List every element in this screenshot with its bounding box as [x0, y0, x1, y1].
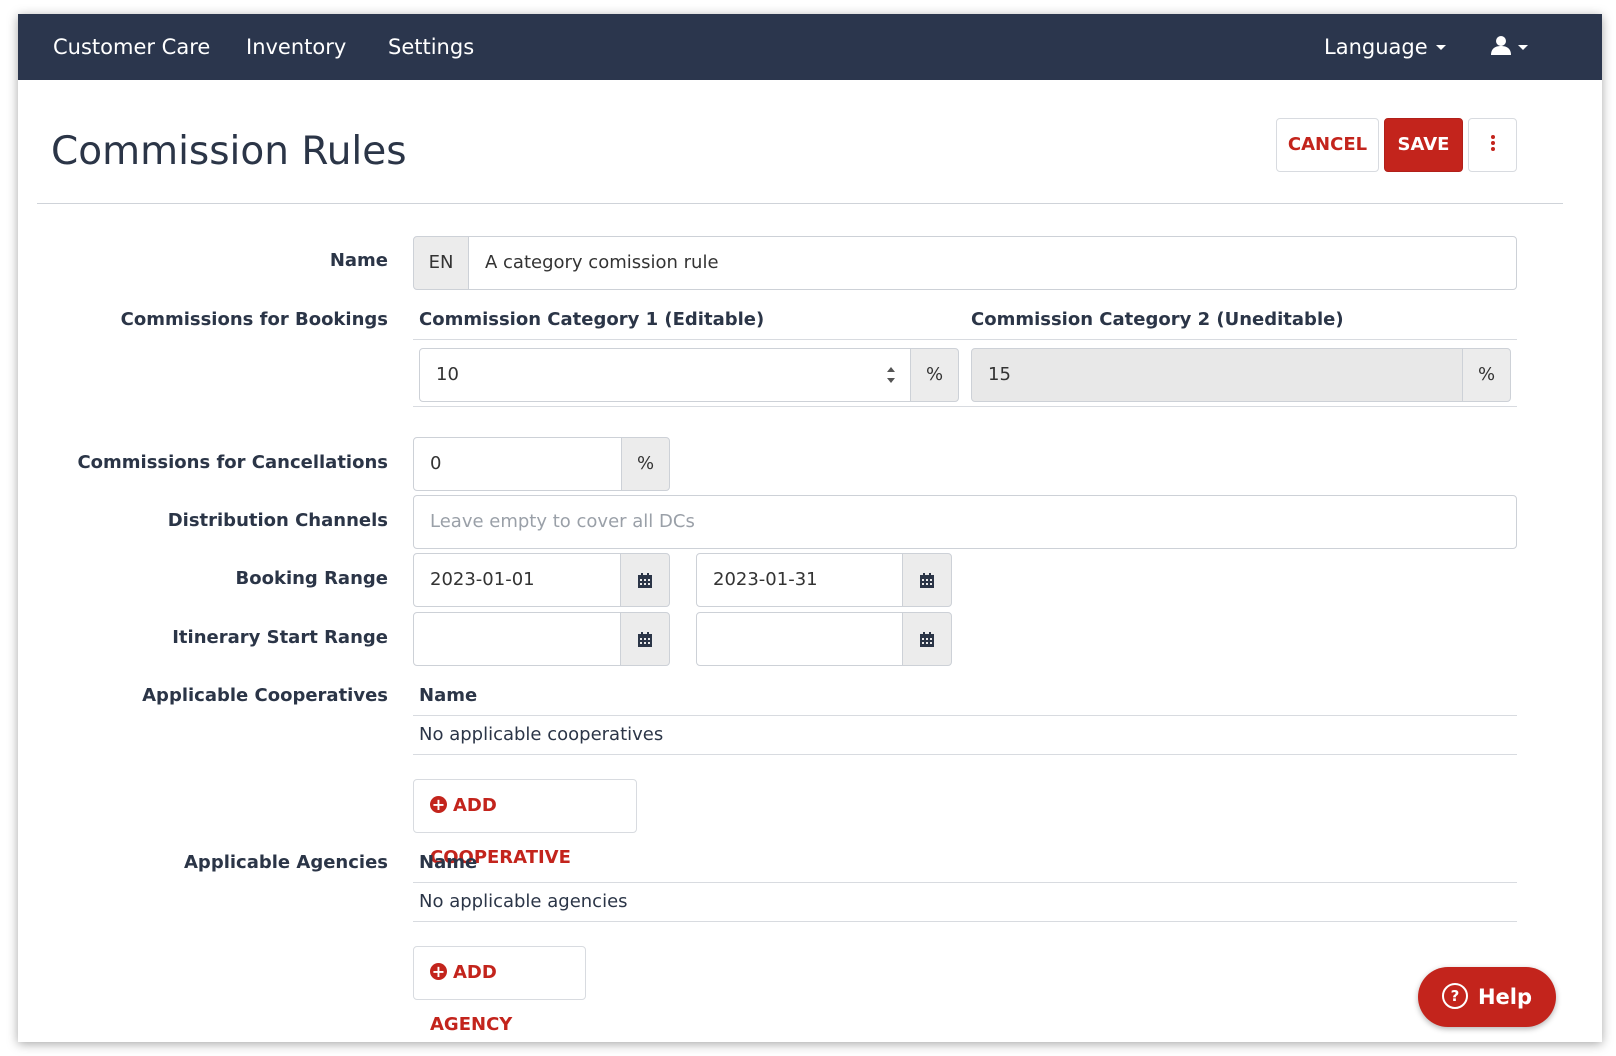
bookings-header-line — [413, 339, 1517, 340]
nav-item-inventory[interactable]: Inventory — [246, 14, 346, 80]
cancellations-label: Commissions for Cancellations — [77, 452, 388, 473]
calendar-icon — [638, 632, 652, 647]
booking-range-to-input[interactable]: 2023-01-31 — [696, 553, 903, 607]
itinerary-range-from-input[interactable] — [413, 612, 621, 666]
cooperatives-footer-line — [413, 754, 1517, 755]
name-input[interactable]: A category comission rule — [468, 236, 1517, 290]
add-cooperative-button[interactable]: + ADD COOPERATIVE — [413, 779, 637, 868]
booking-range-label: Booking Range — [235, 568, 388, 589]
cancellations-input[interactable]: 0 — [413, 437, 622, 491]
category-1-value: 10 — [436, 364, 459, 385]
nav-item-settings[interactable]: Settings — [388, 14, 474, 80]
agencies-label: Applicable Agencies — [184, 852, 388, 873]
booking-range-from-calendar-button[interactable] — [620, 553, 670, 607]
user-icon — [1491, 36, 1511, 55]
vertical-ellipsis-icon — [1490, 135, 1495, 151]
cooperatives-name-column: Name — [419, 685, 478, 706]
header-divider — [37, 203, 1563, 204]
cooperatives-header-line — [413, 715, 1517, 716]
bookings-label: Commissions for Bookings — [120, 309, 388, 330]
chevron-down-icon — [1435, 44, 1446, 50]
category-2-header: Commission Category 2 (Uneditable) — [971, 309, 1344, 330]
agencies-header-line — [413, 882, 1517, 883]
category-1-unit: % — [910, 348, 959, 402]
chevron-down-icon — [1518, 44, 1528, 50]
agencies-empty-row: No applicable agencies — [419, 891, 628, 912]
save-button[interactable]: SAVE — [1384, 118, 1463, 172]
itinerary-range-from-calendar-button[interactable] — [620, 612, 670, 666]
category-1-input[interactable]: 10 — [419, 348, 911, 402]
category-2-input: 15 — [971, 348, 1463, 402]
cancellations-unit: % — [621, 437, 670, 491]
channels-label: Distribution Channels — [167, 510, 388, 531]
question-circle-icon: ? — [1441, 983, 1468, 1009]
add-agency-button[interactable]: + ADD AGENCY — [413, 946, 586, 1035]
app-window: Customer Care Inventory Settings Languag… — [18, 14, 1602, 1042]
category-1-header: Commission Category 1 (Editable) — [419, 309, 765, 330]
channels-input[interactable]: Leave empty to cover all DCs — [413, 495, 1517, 549]
bookings-footer-line — [413, 406, 1517, 407]
help-label: Help — [1477, 985, 1533, 1009]
itinerary-range-label: Itinerary Start Range — [172, 627, 388, 648]
cooperatives-label: Applicable Cooperatives — [142, 685, 388, 706]
page-title: Commission Rules — [51, 129, 407, 174]
agencies-name-column: Name — [419, 852, 478, 873]
channels-placeholder: Leave empty to cover all DCs — [430, 511, 695, 532]
language-addon: EN — [413, 236, 469, 290]
user-menu[interactable] — [1490, 14, 1528, 80]
plus-circle-icon: + — [430, 794, 447, 814]
itinerary-range-to-input[interactable] — [696, 612, 903, 666]
category-2-unit: % — [1462, 348, 1511, 402]
booking-range-from-input[interactable]: 2023-01-01 — [413, 553, 621, 607]
cooperatives-empty-row: No applicable cooperatives — [419, 724, 664, 745]
calendar-icon — [920, 632, 934, 647]
help-button[interactable]: ? Help — [1418, 967, 1556, 1027]
stepper-icon[interactable] — [886, 364, 896, 386]
itinerary-range-to-calendar-button[interactable] — [902, 612, 952, 666]
language-label: Language — [1324, 35, 1428, 59]
calendar-icon — [920, 573, 934, 588]
cancel-button[interactable]: CANCEL — [1276, 118, 1379, 172]
booking-range-to-calendar-button[interactable] — [902, 553, 952, 607]
top-navbar: Customer Care Inventory Settings Languag… — [18, 14, 1602, 80]
more-options-button[interactable] — [1468, 118, 1517, 172]
nav-item-customer-care[interactable]: Customer Care — [53, 14, 210, 80]
agencies-footer-line — [413, 921, 1517, 922]
calendar-icon — [638, 573, 652, 588]
name-label: Name — [329, 250, 388, 271]
plus-circle-icon: + — [430, 961, 447, 981]
language-dropdown[interactable]: Language — [1324, 14, 1446, 80]
